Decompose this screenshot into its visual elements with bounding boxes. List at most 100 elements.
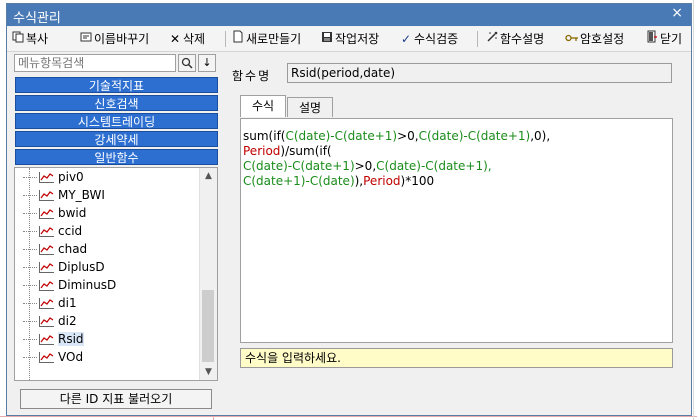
formula-line: C(date)-C(date+1)>0,C(date)-C(date+1), [243, 159, 670, 174]
password-label: 암호설정 [580, 32, 625, 46]
line-chart-icon [39, 172, 54, 183]
line-chart-icon [39, 208, 54, 219]
background-gridline [693, 0, 694, 420]
copy-button[interactable]: 복사 [10, 30, 48, 48]
list-item-selected[interactable]: Rsid [23, 330, 84, 348]
save-icon [319, 30, 335, 48]
password-button[interactable]: 암호설정 [564, 30, 624, 48]
line-chart-icon [39, 190, 54, 201]
delete-label: 삭제 [183, 32, 206, 46]
door-exit-icon [644, 30, 660, 48]
line-chart-icon [39, 262, 54, 273]
formula-token: C(date)-C(date+1) [418, 129, 531, 143]
category-system-trading[interactable]: 시스템트레이딩 [15, 113, 218, 129]
formula-token: C(date)-C(date+1), [376, 159, 492, 173]
formula-token: Period [243, 144, 281, 158]
line-chart-icon [39, 280, 54, 291]
status-message: 수식을 입력하세요. [240, 348, 673, 368]
function-help-label: 함수설명 [500, 32, 545, 46]
line-chart-icon [39, 316, 54, 327]
verify-label: 수식검증 [414, 32, 459, 46]
rename-button[interactable]: 이름바꾸기 [78, 30, 149, 48]
verify-button[interactable]: ✓ 수식검증 [398, 30, 458, 48]
toolbar-separator [225, 31, 226, 47]
list-item[interactable]: MY_BWI [23, 186, 105, 204]
sidebar-panel: ↓ 기술적지표 신호검색 시스템트레이딩 강세약세 일반함수 piv0 MY_B… [12, 53, 218, 411]
category-technical-indicators[interactable]: 기술적지표 [15, 77, 218, 93]
close-label: 닫기 [660, 32, 683, 46]
formula-token: sum(if( [243, 129, 286, 143]
title-bar: 수식관리 × [7, 4, 691, 26]
editor-panel: 함수명 Rsid(period,date) 수식 설명 sum(if(C(dat… [229, 53, 684, 411]
formula-editor[interactable]: sum(if(C(date)-C(date+1)>0,C(date)-C(dat… [240, 118, 673, 343]
function-name-field[interactable]: Rsid(period,date) [287, 63, 672, 83]
formula-token: Period [363, 174, 401, 188]
save-label: 작업저장 [335, 32, 380, 46]
category-signal-search[interactable]: 신호검색 [15, 95, 218, 111]
formula-token: ,0), [530, 129, 551, 143]
formula-token: >0, [354, 159, 377, 173]
list-item[interactable]: bwid [23, 204, 86, 222]
background-gridline [0, 416, 697, 417]
formula-line: C(date+1)-C(date)),Period)*100 [243, 174, 670, 189]
close-icon[interactable]: × [671, 5, 683, 21]
new-button[interactable]: 새로만들기 [230, 30, 301, 48]
list-item[interactable]: piv0 [23, 168, 84, 186]
formula-token: C(date+1)-C(date) [243, 174, 355, 188]
rename-icon [78, 30, 94, 48]
list-item[interactable]: DiminusD [23, 276, 116, 294]
copy-icon [10, 30, 26, 48]
category-bull-bear[interactable]: 강세약세 [15, 131, 218, 147]
window-title: 수식관리 [13, 11, 61, 26]
search-down-button[interactable]: ↓ [198, 54, 216, 72]
tab-description[interactable]: 설명 [287, 97, 333, 117]
line-chart-icon [39, 244, 54, 255]
function-help-button[interactable]: 함수설명 [484, 30, 544, 48]
key-icon [564, 30, 580, 48]
formula-line: sum(if(C(date)-C(date+1)>0,C(date)-C(dat… [243, 129, 670, 144]
category-general-functions[interactable]: 일반함수 [15, 149, 218, 165]
search-button[interactable] [178, 54, 196, 72]
wand-icon [484, 30, 500, 48]
line-chart-icon [39, 334, 54, 345]
formula-token: ), [354, 174, 364, 188]
checkmark-icon: ✓ [400, 32, 412, 46]
formula-manager-dialog: 수식관리 × 복사 이름바꾸기 ✕ 삭제 새로만들기 작업저장 ✓ 수식검증 함… [6, 3, 692, 416]
formula-line: Period)/sum(if( [243, 144, 670, 159]
new-document-icon [230, 30, 246, 48]
menu-search-input[interactable] [14, 54, 176, 72]
function-tree: piv0 MY_BWI bwid ccid chad DiplusD Dimin… [14, 167, 218, 381]
formula-token: C(date)-C(date+1) [243, 159, 355, 173]
new-label: 새로만들기 [246, 32, 302, 46]
rename-label: 이름바꾸기 [94, 32, 150, 46]
function-name-label: 함수명 [232, 69, 272, 83]
tree-scrollbar[interactable]: ▲ ▼ [199, 168, 217, 380]
formula-token: >0, [397, 129, 419, 143]
delete-button[interactable]: ✕ 삭제 [167, 30, 205, 48]
list-item[interactable]: VOd [23, 348, 83, 366]
scroll-up-icon[interactable]: ▲ [200, 168, 217, 184]
search-icon [181, 57, 193, 69]
arrow-down-icon: ↓ [202, 56, 212, 69]
formula-token: )*100 [400, 174, 435, 188]
toolbar-separator [477, 31, 478, 47]
line-chart-icon [39, 298, 54, 309]
tab-formula[interactable]: 수식 [240, 95, 286, 117]
list-item[interactable]: di2 [23, 312, 77, 330]
line-chart-icon [39, 352, 54, 363]
scroll-thumb[interactable] [202, 290, 214, 362]
list-item[interactable]: DiplusD [23, 258, 105, 276]
delete-icon: ✕ [169, 32, 181, 46]
background-gridline [213, 416, 214, 420]
close-button[interactable]: 닫기 [644, 30, 682, 48]
list-item[interactable]: ccid [23, 222, 82, 240]
line-chart-icon [39, 226, 54, 237]
scroll-down-icon[interactable]: ▼ [200, 364, 217, 380]
toolbar: 복사 이름바꾸기 ✕ 삭제 새로만들기 작업저장 ✓ 수식검증 함수설명 암호설… [7, 27, 691, 52]
load-other-id-button[interactable]: 다른 ID 지표 불러오기 [20, 389, 212, 409]
list-item[interactable]: chad [23, 240, 87, 258]
formula-token: C(date)-C(date+1) [285, 129, 398, 143]
save-button[interactable]: 작업저장 [319, 30, 379, 48]
copy-label: 복사 [26, 32, 49, 46]
list-item[interactable]: di1 [23, 294, 77, 312]
